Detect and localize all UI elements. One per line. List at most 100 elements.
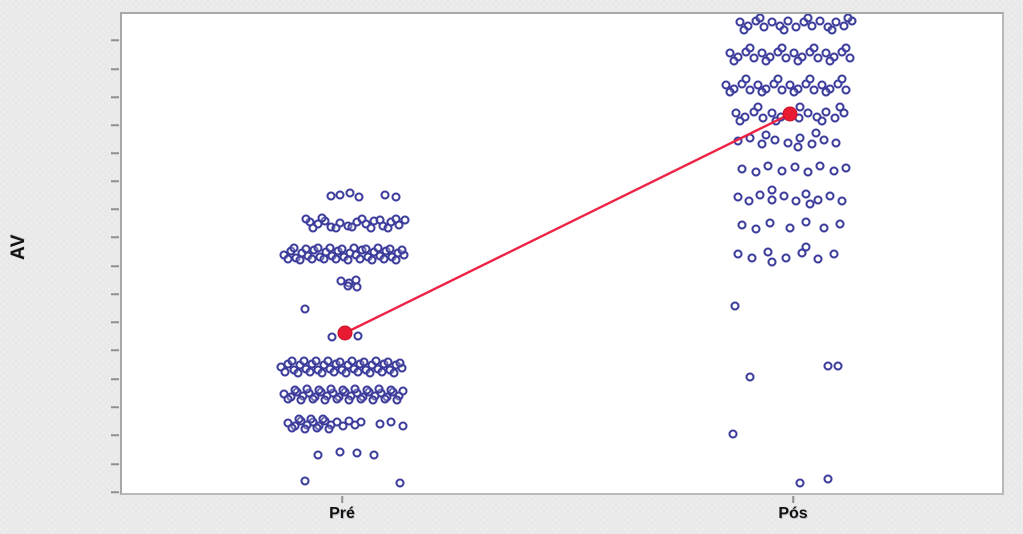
- scatter-point: [795, 133, 805, 143]
- scatter-point: [398, 421, 408, 431]
- scatter-point: [831, 138, 841, 148]
- scatter-point: [371, 356, 381, 366]
- scatter-point: [353, 331, 363, 341]
- scatter-point: [280, 367, 290, 377]
- y-axis-tick-mark: [111, 463, 119, 465]
- plot-area: [120, 12, 1004, 495]
- scatter-point: [329, 367, 339, 377]
- scatter-point: [809, 43, 819, 53]
- scatter-point: [300, 304, 310, 314]
- scatter-point: [745, 43, 755, 53]
- scatter-point: [375, 419, 385, 429]
- scatter-point: [843, 14, 853, 23]
- scatter-point: [783, 138, 793, 148]
- scatter-point: [725, 87, 735, 97]
- scatter-point: [763, 247, 773, 257]
- scatter-point: [733, 249, 743, 259]
- scatter-point: [777, 43, 787, 53]
- scatter-point: [313, 450, 323, 460]
- scatter-point: [331, 223, 341, 233]
- scatter-point: [385, 244, 395, 254]
- scatter-point: [369, 450, 379, 460]
- scatter-point: [380, 394, 390, 404]
- scatter-point: [323, 356, 333, 366]
- scatter-point: [301, 244, 311, 254]
- scatter-point: [362, 385, 372, 395]
- scatter-point: [779, 191, 789, 201]
- scatter-point: [353, 367, 363, 377]
- scatter-point: [338, 385, 348, 395]
- scatter-point: [757, 139, 767, 149]
- scatter-point: [827, 25, 837, 35]
- scatter-point: [350, 384, 360, 394]
- scatter-point: [737, 164, 747, 174]
- scatter-point: [744, 196, 754, 206]
- x-axis-tick-mark: [792, 496, 794, 503]
- scatter-point: [733, 192, 743, 202]
- scatter-point: [367, 255, 377, 265]
- scatter-point: [817, 116, 827, 126]
- scatter-point: [745, 372, 755, 382]
- scatter-point: [397, 245, 407, 255]
- scatter-point: [757, 87, 767, 97]
- scatter-point: [395, 358, 405, 368]
- scatter-point: [318, 414, 328, 424]
- scatter-point: [326, 191, 336, 201]
- scatter-point: [361, 244, 371, 254]
- scatter-point: [335, 357, 345, 367]
- chart-root: AV 20/2020/2520/3020/3320/4020/5020/6020…: [0, 0, 1023, 534]
- scatter-point: [790, 162, 800, 172]
- scatter-point: [391, 255, 401, 265]
- scatter-point: [319, 254, 329, 264]
- scatter-point: [386, 417, 396, 427]
- scatter-point: [344, 395, 354, 405]
- x-axis-tick-mark: [341, 496, 343, 503]
- scatter-point: [386, 385, 396, 395]
- scatter-point: [771, 116, 781, 126]
- scatter-point: [835, 219, 845, 229]
- scatter-point: [791, 196, 801, 206]
- scatter-point: [813, 195, 823, 205]
- scatter-point: [299, 356, 309, 366]
- scatter-point: [356, 394, 366, 404]
- scatter-point: [830, 113, 840, 123]
- y-axis-tick-mark: [111, 124, 119, 126]
- scatter-point: [801, 217, 811, 227]
- scatter-point: [389, 368, 399, 378]
- scatter-point: [793, 142, 803, 152]
- scatter-point: [368, 395, 378, 405]
- scatter-point: [375, 215, 385, 225]
- scatter-point: [767, 195, 777, 205]
- scatter-point: [835, 102, 845, 112]
- scatter-point: [300, 476, 310, 486]
- scatter-point: [805, 199, 815, 209]
- scatter-point: [349, 243, 359, 253]
- scatter-point: [355, 254, 365, 264]
- scatter-point: [793, 56, 803, 66]
- scatter-point: [308, 394, 318, 404]
- scatter-point: [295, 255, 305, 265]
- scatter-point: [761, 130, 771, 140]
- scatter-point: [803, 108, 813, 118]
- scatter-point: [781, 253, 791, 263]
- scatter-point: [308, 223, 318, 233]
- scatter-point: [343, 281, 353, 291]
- scatter-point: [331, 254, 341, 264]
- mean-marker-pre: [337, 325, 353, 341]
- scatter-point: [741, 74, 751, 84]
- scatter-point: [391, 192, 401, 202]
- y-axis-tick-mark: [111, 180, 119, 182]
- y-axis-tick-mark: [111, 434, 119, 436]
- scatter-point: [813, 254, 823, 264]
- scatter-point: [763, 161, 773, 171]
- scatter-point: [343, 255, 353, 265]
- y-axis-tick-mark: [111, 321, 119, 323]
- scatter-point: [841, 163, 851, 173]
- scatter-point: [815, 161, 825, 171]
- scatter-point: [823, 361, 833, 371]
- scatter-point: [306, 414, 316, 424]
- scatter-point: [314, 385, 324, 395]
- scatter-point: [357, 214, 367, 224]
- scatter-point: [365, 368, 375, 378]
- scatter-point: [307, 254, 317, 264]
